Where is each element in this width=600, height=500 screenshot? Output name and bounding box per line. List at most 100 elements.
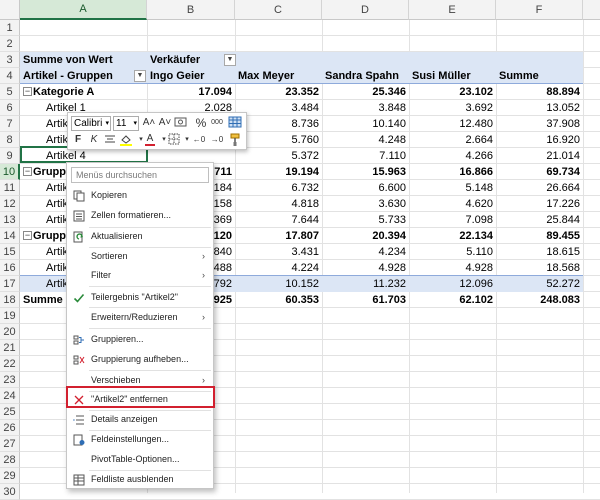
value-cell[interactable]: 3.692 [409, 100, 496, 116]
row-header[interactable]: 23 [0, 372, 20, 388]
menu-item-sort[interactable]: Sortieren › [67, 246, 213, 266]
row-header[interactable]: 3 [0, 52, 20, 68]
row-header[interactable]: 11 [0, 180, 20, 196]
value-cell[interactable]: 3.848 [322, 100, 409, 116]
shrink-font-icon[interactable]: A˅ [158, 116, 172, 130]
row-header[interactable]: 30 [0, 484, 20, 500]
value-cell[interactable]: 23.102 [409, 84, 496, 100]
value-cell[interactable]: 17.807 [235, 228, 322, 244]
value-cell[interactable]: 52.272 [496, 276, 583, 292]
value-cell[interactable]: 18.615 [496, 244, 583, 260]
seller-header[interactable]: Ingo Geier [147, 68, 235, 84]
value-cell[interactable]: 10.140 [322, 116, 409, 132]
menu-item-group[interactable]: Gruppieren... [67, 329, 213, 349]
value-cell[interactable]: 12.480 [409, 116, 496, 132]
table-format-icon[interactable] [228, 116, 242, 130]
value-cell[interactable]: 61.703 [322, 292, 409, 308]
borders-icon[interactable] [167, 133, 181, 147]
value-cell[interactable]: 69.734 [496, 164, 583, 180]
row-header[interactable]: 15 [0, 244, 20, 260]
value-cell[interactable]: 60.353 [235, 292, 322, 308]
menu-item-expand-collapse[interactable]: Erweitern/Reduzieren › [67, 307, 213, 327]
value-cell[interactable]: 5.110 [409, 244, 496, 260]
value-cell[interactable]: 4.248 [322, 132, 409, 148]
value-cell[interactable]: 248.083 [496, 292, 583, 308]
value-cell[interactable]: 4.928 [409, 260, 496, 276]
row-header[interactable]: 10 [0, 164, 20, 180]
font-color-button[interactable]: A [143, 132, 157, 146]
value-cell[interactable]: 4.224 [235, 260, 322, 276]
value-cell[interactable]: 17.226 [496, 196, 583, 212]
value-cell[interactable]: 5.372 [235, 148, 322, 164]
row-header[interactable]: 7 [0, 116, 20, 132]
row-header[interactable]: 9 [0, 148, 20, 164]
column-filter-dropdown[interactable]: ▼ [224, 54, 236, 66]
row-header[interactable]: 25 [0, 404, 20, 420]
value-cell[interactable]: 11.232 [322, 276, 409, 292]
seller-header[interactable]: Susi Müller [409, 68, 496, 84]
accounting-format-icon[interactable] [174, 116, 188, 130]
seller-header[interactable]: Sandra Spahn [322, 68, 409, 84]
value-cell[interactable]: 5.760 [235, 132, 322, 148]
collapse-minus-icon[interactable]: − [23, 87, 32, 96]
value-cell[interactable]: 22.134 [409, 228, 496, 244]
fill-color-icon[interactable] [119, 133, 133, 147]
column-header-f[interactable]: F [496, 0, 583, 20]
value-cell[interactable]: 37.908 [496, 116, 583, 132]
align-center-icon[interactable] [103, 133, 117, 147]
value-cell[interactable]: 23.352 [235, 84, 322, 100]
bold-button[interactable]: F [71, 133, 85, 147]
row-header[interactable]: 27 [0, 436, 20, 452]
menu-item-show-details[interactable]: Details anzeigen [67, 409, 213, 429]
value-cell[interactable]: 7.098 [409, 212, 496, 228]
row-header[interactable]: 6 [0, 100, 20, 116]
thousands-separator-button[interactable]: 000 [209, 116, 225, 130]
format-painter-icon[interactable] [228, 133, 242, 147]
value-cell[interactable]: 7.110 [322, 148, 409, 164]
column-header-b[interactable]: B [147, 0, 235, 20]
italic-button[interactable]: K [87, 133, 101, 147]
menu-item-field-settings[interactable]: Feldeinstellungen... [67, 429, 213, 449]
row-header[interactable]: 26 [0, 420, 20, 436]
font-name-box[interactable]: Calibri ▾ [71, 116, 111, 131]
value-cell[interactable]: 17.094 [147, 84, 235, 100]
total-header[interactable]: Summe [496, 68, 583, 84]
row-header[interactable]: 20 [0, 324, 20, 340]
percent-style-button[interactable]: % [194, 116, 208, 130]
pivot-column-field-label[interactable]: Verkäufer [147, 52, 235, 68]
row-header[interactable]: 29 [0, 468, 20, 484]
value-cell[interactable]: 15.963 [322, 164, 409, 180]
value-cell[interactable]: 4.620 [409, 196, 496, 212]
value-cell[interactable]: 12.096 [409, 276, 496, 292]
column-header-c[interactable]: C [235, 0, 322, 20]
collapse-minus-icon[interactable]: − [23, 167, 32, 176]
value-cell[interactable]: 20.394 [322, 228, 409, 244]
menu-item-refresh[interactable]: Aktualisieren [67, 226, 213, 246]
value-cell[interactable]: 4.234 [322, 244, 409, 260]
value-cell[interactable]: 62.102 [409, 292, 496, 308]
row-header[interactable]: 28 [0, 452, 20, 468]
font-size-box[interactable]: 11 ▾ [113, 116, 139, 131]
row-filter-dropdown[interactable]: ▼ [134, 70, 146, 82]
value-cell[interactable]: 7.644 [235, 212, 322, 228]
value-cell[interactable]: 89.455 [496, 228, 583, 244]
value-cell[interactable]: 5.733 [322, 212, 409, 228]
value-cell[interactable]: 19.194 [235, 164, 322, 180]
column-header-a[interactable]: A [20, 0, 147, 20]
value-cell[interactable]: 6.732 [235, 180, 322, 196]
row-header[interactable]: 19 [0, 308, 20, 324]
increase-decimal-icon[interactable]: ←0 [192, 133, 206, 147]
row-header[interactable]: 4 [0, 68, 20, 84]
value-cell[interactable]: 26.664 [496, 180, 583, 196]
row-header[interactable]: 1 [0, 20, 20, 36]
value-cell[interactable]: 3.630 [322, 196, 409, 212]
row-label-cell[interactable]: Kategorie A [20, 84, 147, 100]
value-cell[interactable]: 10.152 [235, 276, 322, 292]
value-cell[interactable]: 3.484 [235, 100, 322, 116]
row-header[interactable]: 17 [0, 276, 20, 292]
menu-item-subtotal[interactable]: Teilergebnis "Artikel2" [67, 287, 213, 307]
value-cell[interactable]: 21.014 [496, 148, 583, 164]
menu-item-hide-field-list[interactable]: Feldliste ausblenden [67, 469, 213, 489]
menu-item-filter[interactable]: Filter › [67, 265, 213, 285]
menu-search-input[interactable]: Menüs durchsuchen [71, 167, 209, 183]
